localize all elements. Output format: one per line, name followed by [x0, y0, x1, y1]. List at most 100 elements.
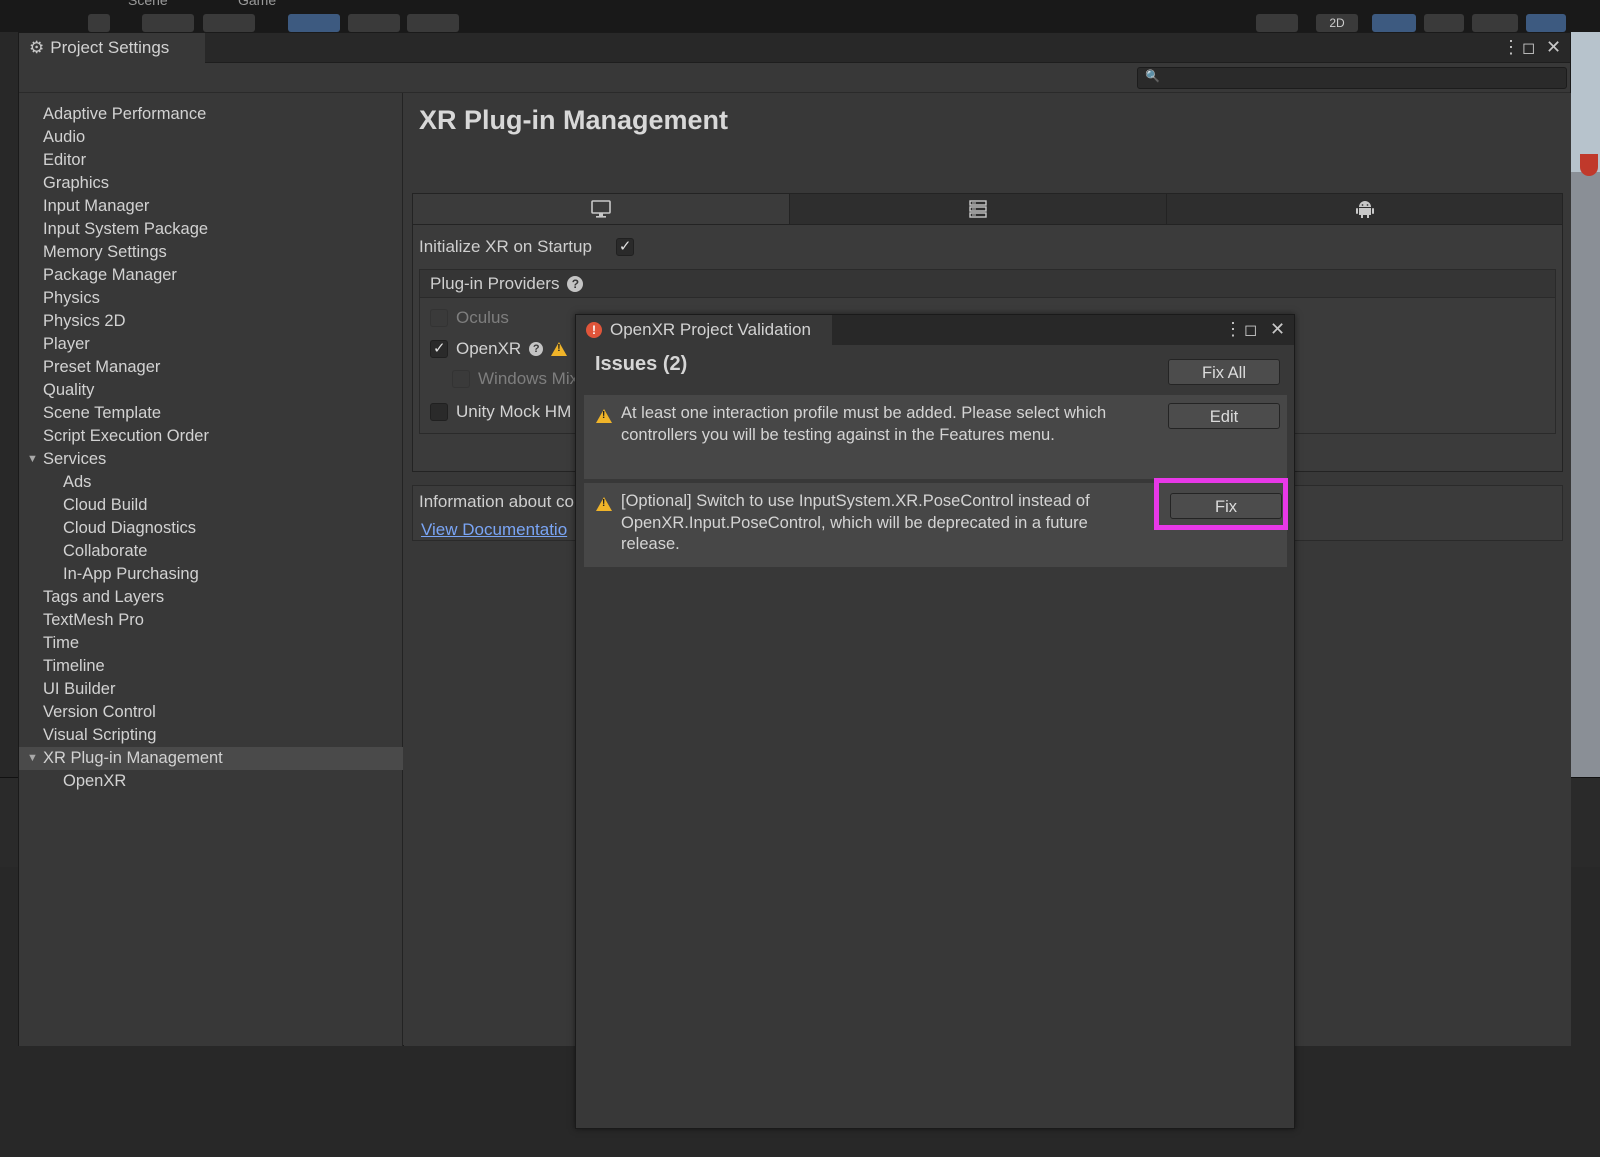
visibility-button[interactable] [1526, 14, 1566, 32]
sidebar-item-version-control[interactable]: Version Control [19, 701, 403, 724]
issue-item: At least one interaction profile must be… [584, 395, 1287, 479]
issues-title: Issues (2) [595, 353, 688, 375]
sidebar-item-input-manager[interactable]: Input Manager [19, 195, 403, 218]
draw-mode-button[interactable] [142, 14, 194, 32]
project-settings-titlebar: ⚙ Project Settings ⋮ ◻ ✕ [19, 33, 1570, 63]
sidebar-item-timeline[interactable]: Timeline [19, 655, 403, 678]
sidebar-item-physics-2d[interactable]: Physics 2D [19, 310, 403, 333]
sidebar-item-memory-settings[interactable]: Memory Settings [19, 241, 403, 264]
openxr-warning-icon[interactable] [551, 342, 568, 356]
sidebar-item-label: Collaborate [63, 542, 148, 560]
sidebar-item-visual-scripting[interactable]: Visual Scripting [19, 724, 403, 747]
desktop-icon [591, 200, 611, 218]
init-xr-label: Initialize XR on Startup [419, 237, 592, 256]
sidebar-item-openxr[interactable]: OpenXR [19, 770, 403, 793]
grid-button[interactable] [348, 14, 400, 32]
sidebar-item-script-execution-order[interactable]: Script Execution Order [19, 425, 403, 448]
gizmo-button[interactable] [1256, 14, 1298, 32]
sidebar-item-player[interactable]: Player [19, 333, 403, 356]
tab-game[interactable]: Game [238, 0, 276, 10]
sidebar-item-label: Audio [43, 128, 86, 146]
sidebar-item-label: Cloud Diagnostics [63, 519, 196, 537]
validation-close-icon[interactable]: ✕ [1270, 319, 1285, 340]
provider-oculus: Oculus [430, 308, 509, 328]
sidebar-item-label: Graphics [43, 174, 110, 192]
render-options-button[interactable] [407, 14, 459, 32]
provider-windows-mr: Windows Mix [452, 369, 578, 389]
project-settings-tab[interactable]: ⚙ Project Settings [19, 33, 205, 63]
sidebar-item-xr-plug-in-management[interactable]: ▼ XR Plug-in Management [19, 747, 403, 770]
sidebar-item-in-app-purchasing[interactable]: In-App Purchasing [19, 563, 403, 586]
validation-maximize-icon[interactable]: ◻ [1244, 320, 1257, 340]
sidebar-item-package-manager[interactable]: Package Manager [19, 264, 403, 287]
effects-button[interactable] [1472, 14, 1518, 32]
sidebar-item-adaptive-performance[interactable]: Adaptive Performance [19, 103, 403, 126]
pin-icon[interactable] [88, 14, 110, 32]
fold-arrow-icon[interactable]: ▼ [27, 747, 38, 770]
issue-text: At least one interaction profile must be… [621, 404, 1107, 444]
sidebar-item-label: OpenXR [63, 772, 127, 790]
sidebar-item-preset-manager[interactable]: Preset Manager [19, 356, 403, 379]
init-xr-row: Initialize XR on Startup [419, 237, 634, 257]
init-xr-checkbox[interactable] [615, 237, 634, 256]
edit-button[interactable]: Edit [1168, 403, 1280, 429]
tab-desktop[interactable] [413, 194, 790, 224]
issue-text: [Optional] Switch to use InputSystem.XR.… [621, 492, 1090, 553]
validation-titlebar: ! OpenXR Project Validation ⋮ ◻ ✕ [576, 315, 1294, 345]
sidebar-item-label: Adaptive Performance [43, 105, 207, 123]
sidebar-item-label: Input System Package [43, 220, 209, 238]
provider-unity-mock-checkbox[interactable] [430, 403, 448, 421]
sidebar-item-ads[interactable]: Ads [19, 471, 403, 494]
sidebar-item-input-system-package[interactable]: Input System Package [19, 218, 403, 241]
maximize-icon[interactable]: ◻ [1522, 38, 1535, 58]
info-text: Information about co [419, 492, 574, 511]
toggle-2d-button[interactable]: 2D [1316, 14, 1358, 32]
validation-kebab-menu-icon[interactable]: ⋮ [1224, 319, 1242, 340]
lighting-button[interactable] [1372, 14, 1416, 32]
help-icon[interactable]: ? [567, 275, 584, 292]
sidebar-item-editor[interactable]: Editor [19, 149, 403, 172]
sidebar-item-graphics[interactable]: Graphics [19, 172, 403, 195]
sidebar-item-tags-and-layers[interactable]: Tags and Layers [19, 586, 403, 609]
sidebar-item-label: Physics [43, 289, 100, 307]
provider-openxr: OpenXR ? [430, 339, 568, 359]
audio-button[interactable] [1424, 14, 1464, 32]
kebab-menu-icon[interactable]: ⋮ [1502, 37, 1520, 58]
android-icon [1356, 201, 1374, 218]
sidebar-item-label: Tags and Layers [43, 588, 165, 606]
sidebar-item-label: Services [43, 450, 107, 468]
sidebar-item-time[interactable]: Time [19, 632, 403, 655]
grid-snap-button[interactable] [288, 14, 340, 32]
sidebar-item-physics[interactable]: Physics [19, 287, 403, 310]
view-documentation-link[interactable]: View Documentatio [421, 520, 567, 540]
fix-all-button[interactable]: Fix All [1168, 359, 1280, 385]
warning-icon [596, 497, 612, 511]
close-icon[interactable]: ✕ [1546, 37, 1561, 58]
sidebar-item-cloud-diagnostics[interactable]: Cloud Diagnostics [19, 517, 403, 540]
sidebar-item-services[interactable]: ▼ Services [19, 448, 403, 471]
tab-android[interactable] [1167, 194, 1563, 224]
sidebar-item-textmesh-pro[interactable]: TextMesh Pro [19, 609, 403, 632]
sidebar-item-audio[interactable]: Audio [19, 126, 403, 149]
sidebar-item-cloud-build[interactable]: Cloud Build [19, 494, 403, 517]
sidebar-item-scene-template[interactable]: Scene Template [19, 402, 403, 425]
sidebar-item-label: Script Execution Order [43, 427, 209, 445]
sidebar-item-quality[interactable]: Quality [19, 379, 403, 402]
tab-scene[interactable]: Scene [128, 0, 168, 10]
provider-openxr-checkbox[interactable] [430, 339, 448, 358]
shading-button[interactable] [203, 14, 255, 32]
fix-button-highlight [1154, 478, 1288, 530]
sidebar-item-ui-builder[interactable]: UI Builder [19, 678, 403, 701]
fold-arrow-icon[interactable]: ▼ [27, 448, 38, 471]
openxr-help-icon[interactable]: ? [529, 342, 544, 356]
tab-server[interactable] [790, 194, 1167, 224]
platform-tabs [412, 193, 1563, 225]
sidebar-item-label: Cloud Build [63, 496, 148, 514]
sidebar-item-collaborate[interactable]: Collaborate [19, 540, 403, 563]
provider-oculus-label: Oculus [456, 308, 509, 327]
settings-search-input[interactable]: 🔍 [1137, 67, 1567, 89]
validation-tab[interactable]: ! OpenXR Project Validation [576, 315, 832, 345]
sidebar-item-label: UI Builder [43, 680, 116, 698]
scene-view-strip [1570, 32, 1600, 777]
sidebar-item-label: Player [43, 335, 90, 353]
